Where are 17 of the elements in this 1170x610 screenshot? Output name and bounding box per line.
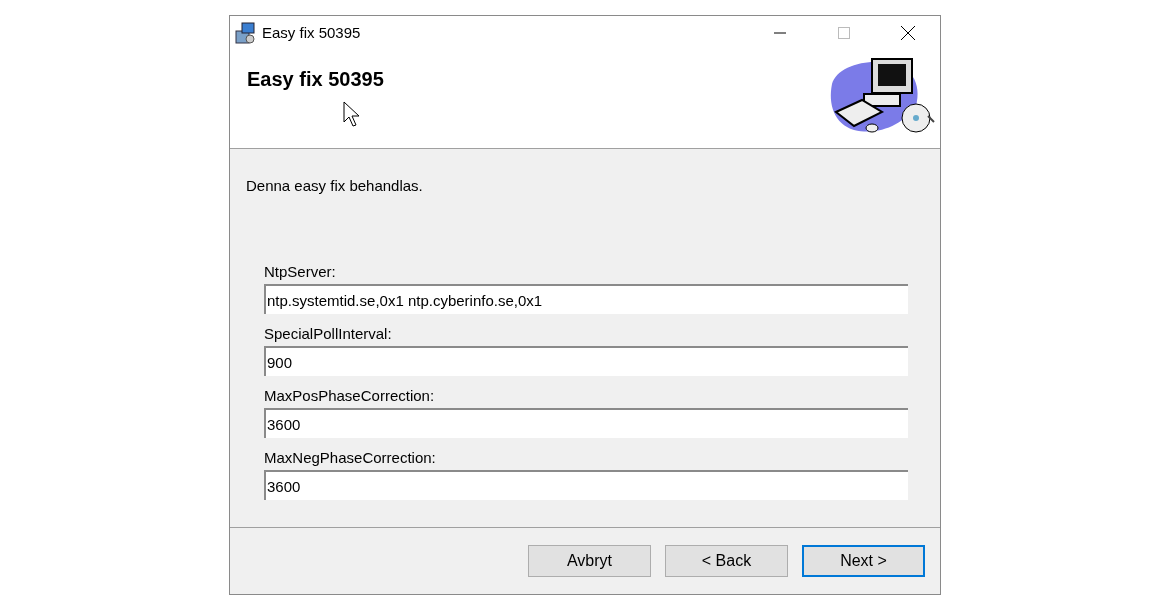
field-label: MaxNegPhaseCorrection: xyxy=(264,449,437,466)
input-field[interactable]: 900 xyxy=(264,346,908,376)
status-message: Denna easy fix behandlas. xyxy=(246,177,424,194)
input-field[interactable]: ntp.systemtid.se,0x1 ntp.cyberinfo.se,0x1 xyxy=(264,284,908,314)
field-label: NtpServer: xyxy=(264,263,337,280)
field-label: MaxPosPhaseCorrection: xyxy=(264,387,436,404)
window-title: Easy fix 50395 xyxy=(262,24,362,41)
input-field[interactable]: 3600 xyxy=(264,470,908,500)
header-title: Easy fix 50395 xyxy=(247,68,384,91)
cursor-icon xyxy=(343,101,361,127)
close-icon xyxy=(901,25,915,40)
dialog-button[interactable]: Next > xyxy=(802,545,925,577)
input-field[interactable]: 3600 xyxy=(264,408,908,438)
dialog-button[interactable]: < Back xyxy=(665,545,788,577)
field-label: SpecialPollInterval: xyxy=(264,325,393,342)
maximize-icon xyxy=(838,26,850,39)
dialog-button[interactable]: Avbryt xyxy=(528,545,651,577)
